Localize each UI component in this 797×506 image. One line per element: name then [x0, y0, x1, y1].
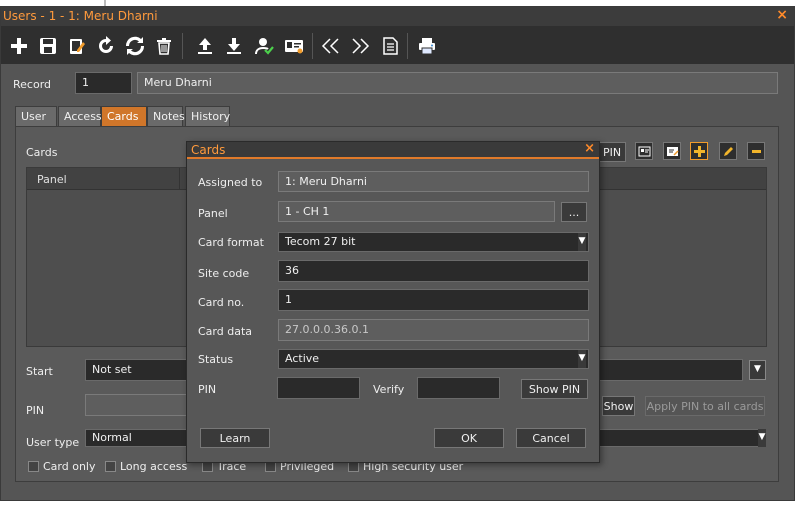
- start-label: Start: [26, 365, 53, 378]
- assigned-to-label: Assigned to: [198, 176, 263, 189]
- tab-access[interactable]: Access: [58, 106, 102, 126]
- status-dropdown-icon[interactable]: ▼: [578, 350, 586, 368]
- card-view-icon[interactable]: [635, 142, 653, 160]
- record-name-field[interactable]: Meru Dharni: [137, 72, 778, 94]
- panel-field: 1 - CH 1: [278, 201, 555, 222]
- dialog-pin-field[interactable]: [277, 377, 360, 399]
- remove-card-icon[interactable]: [747, 142, 765, 160]
- panel-browse-button[interactable]: ...: [561, 202, 587, 222]
- card-data-field: 27.0.0.0.36.0.1: [278, 319, 589, 341]
- cancel-button[interactable]: Cancel: [516, 428, 586, 448]
- toolbar-separator: [407, 33, 408, 59]
- site-code-label: Site code: [198, 267, 250, 280]
- show-pin-button[interactable]: Show PIN: [521, 379, 588, 399]
- tab-notes[interactable]: Notes: [147, 106, 185, 126]
- next-icon[interactable]: [348, 34, 372, 58]
- user-type-dropdown-icon[interactable]: ▼: [758, 429, 766, 447]
- long-access-checkbox[interactable]: [105, 461, 116, 472]
- cards-dialog: Cards × Assigned to 1: Meru Dharni Panel…: [186, 141, 600, 463]
- cards-section-label: Cards: [26, 146, 58, 159]
- user-check-icon[interactable]: [252, 34, 276, 58]
- pin-label: PIN: [26, 404, 45, 417]
- ok-button[interactable]: OK: [434, 428, 504, 448]
- assigned-to-field: 1: Meru Dharni: [278, 171, 589, 192]
- grid-column-panel[interactable]: Panel: [37, 173, 67, 186]
- dialog-title-bar: Cards ×: [187, 141, 599, 159]
- long-access-label: Long access: [120, 460, 188, 473]
- id-card-icon[interactable]: [282, 34, 306, 58]
- card-format-dropdown-icon[interactable]: ▼: [578, 233, 586, 251]
- document-icon[interactable]: [378, 34, 402, 58]
- dialog-pin-label: PIN: [198, 383, 217, 396]
- card-only-checkbox[interactable]: [28, 461, 39, 472]
- show-button[interactable]: Show: [602, 396, 635, 416]
- card-format-field[interactable]: Tecom 27 bit: [278, 232, 589, 252]
- toolbar: [1, 26, 794, 64]
- card-format-label: Card format: [198, 236, 264, 249]
- card-data-label: Card data: [198, 325, 253, 338]
- tab-cards[interactable]: Cards: [101, 106, 147, 126]
- window-close-icon[interactable]: ×: [776, 7, 788, 23]
- plus-icon[interactable]: [7, 34, 31, 58]
- verify-field[interactable]: [417, 377, 500, 399]
- record-label: Record: [13, 78, 52, 91]
- upload-icon[interactable]: [193, 34, 217, 58]
- card-no-field[interactable]: 1: [278, 289, 589, 311]
- tab-user[interactable]: User: [15, 106, 57, 126]
- prev-icon[interactable]: [319, 34, 343, 58]
- trash-icon[interactable]: [152, 34, 176, 58]
- refresh-icon[interactable]: [94, 34, 118, 58]
- reload-icon[interactable]: [123, 34, 147, 58]
- card-only-label: Card only: [43, 460, 96, 473]
- card-no-label: Card no.: [198, 296, 245, 309]
- dialog-title: Cards: [191, 143, 226, 157]
- site-code-field[interactable]: 36: [278, 260, 589, 282]
- status-field[interactable]: Active: [278, 349, 589, 369]
- download-icon[interactable]: [222, 34, 246, 58]
- print-icon[interactable]: [415, 34, 439, 58]
- record-id-field[interactable]: 1: [75, 72, 132, 94]
- dialog-close-icon[interactable]: ×: [584, 141, 595, 156]
- window-title: Users - 1 - 1: Meru Dharni: [3, 9, 158, 23]
- toolbar-separator: [182, 33, 183, 59]
- card-edit-icon[interactable]: [663, 142, 681, 160]
- user-type-label: User type: [26, 436, 80, 449]
- apply-pin-button[interactable]: Apply PIN to all cards: [645, 396, 765, 416]
- toolbar-separator: [312, 33, 313, 59]
- title-bar: Users - 1 - 1: Meru Dharni ×: [1, 7, 794, 26]
- edit-icon[interactable]: [65, 34, 89, 58]
- start-dropdown-icon[interactable]: ▼: [749, 360, 766, 380]
- tab-history[interactable]: History: [185, 106, 230, 126]
- grid-column-divider: [179, 168, 180, 190]
- pin-button[interactable]: PIN: [598, 142, 626, 162]
- edit-card-pencil-icon[interactable]: [719, 142, 737, 160]
- save-icon[interactable]: [36, 34, 60, 58]
- status-label: Status: [198, 353, 234, 366]
- panel-label: Panel: [198, 207, 228, 220]
- learn-button[interactable]: Learn: [200, 428, 270, 448]
- verify-label: Verify: [373, 383, 405, 396]
- add-card-icon[interactable]: [690, 142, 708, 160]
